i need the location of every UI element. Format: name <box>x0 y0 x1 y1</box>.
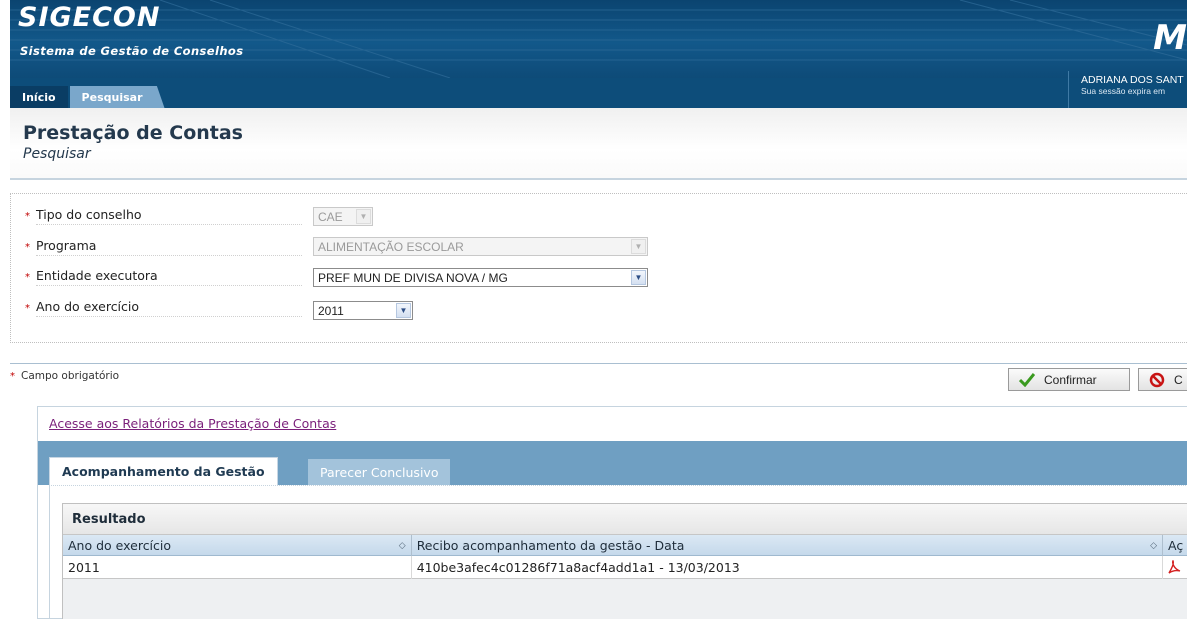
grid-caption: Resultado <box>63 504 1187 535</box>
cell-ano: 2011 <box>63 556 412 579</box>
programa-select: ALIMENTAÇÃO ESCOLAR ▼ <box>313 237 648 256</box>
field-label: Entidade executora <box>36 268 302 286</box>
field-label: Ano do exercício <box>36 299 302 317</box>
tab-content: Resultado Ano do exercício ◇ Recibo acom… <box>49 485 1187 619</box>
page-title: Prestação de Contas <box>23 122 243 144</box>
tab-parecer-conclusivo[interactable]: Parecer Conclusivo <box>308 459 451 485</box>
results-panel: Acesse aos Relatórios da Prestação de Co… <box>37 406 1187 619</box>
required-marker: * <box>25 241 30 253</box>
column-label: Aç <box>1168 538 1184 553</box>
app-subtitle: Sistema de Gestão de Conselhos <box>20 44 244 58</box>
form-row-entidade: * Entidade executora <box>25 267 302 287</box>
pdf-icon[interactable] <box>1163 556 1187 579</box>
app-title: SIGECON <box>18 2 161 33</box>
user-name: ADRIANA DOS SANT <box>1081 74 1184 86</box>
select-value: PREF MUN DE DIVISA NOVA / MG <box>318 270 508 285</box>
tab-acompanhamento-gestao[interactable]: Acompanhamento da Gestão <box>49 457 278 485</box>
dropdown-icon[interactable]: ▼ <box>631 270 646 285</box>
sort-icon: ◇ <box>1150 540 1158 551</box>
sort-icon: ◇ <box>398 540 406 551</box>
select-value: 2011 <box>318 303 344 318</box>
required-marker: * <box>25 271 30 283</box>
form-row-ano: * Ano do exercício <box>25 298 302 318</box>
page-subtitle: Pesquisar <box>23 146 91 162</box>
cell-recibo: 410be3afec4c01286f71a8acf4add1a1 - 13/03… <box>412 556 1164 579</box>
tipo-conselho-select: CAE ▼ <box>313 207 373 226</box>
header-decoration <box>10 0 1187 78</box>
column-header-ano[interactable]: Ano do exercício ◇ <box>63 535 412 556</box>
session-expiry: Sua sessão expira em <box>1081 86 1166 96</box>
column-label: Recibo acompanhamento da gestão - Data <box>416 538 685 553</box>
field-label: Tipo do conselho <box>36 207 302 225</box>
reports-link[interactable]: Acesse aos Relatórios da Prestação de Co… <box>49 416 336 431</box>
column-label: Ano do exercício <box>68 538 172 553</box>
required-marker: * <box>10 371 15 382</box>
check-icon <box>1018 371 1036 389</box>
main-nav: Início Pesquisar <box>10 82 167 108</box>
column-header-recibo[interactable]: Recibo acompanhamento da gestão - Data ◇ <box>412 535 1164 556</box>
required-marker: * <box>25 210 30 222</box>
search-form: * Tipo do conselho CAE ▼ * Programa ALIM… <box>10 193 1187 343</box>
nav-tab-inicio[interactable]: Início <box>10 86 68 108</box>
dropdown-icon: ▼ <box>631 239 646 254</box>
user-info: ADRIANA DOS SANT Sua sessão expira em <box>1068 71 1187 108</box>
cancel-label: C <box>1174 372 1183 387</box>
field-label: Programa <box>36 238 302 256</box>
ano-exercicio-select[interactable]: 2011 ▼ <box>313 301 413 320</box>
dropdown-icon[interactable]: ▼ <box>396 303 411 318</box>
results-tabbar: Acompanhamento da Gestão Parecer Conclus… <box>38 441 1187 485</box>
entidade-executora-select[interactable]: PREF MUN DE DIVISA NOVA / MG ▼ <box>313 268 648 287</box>
select-value: ALIMENTAÇÃO ESCOLAR <box>318 239 464 254</box>
form-row-programa: * Programa <box>25 237 302 257</box>
dropdown-icon: ▼ <box>356 209 371 224</box>
required-note-text: Campo obrigatório <box>21 370 120 382</box>
nav-tab-pesquisar[interactable]: Pesquisar <box>69 86 165 108</box>
grid-header: Ano do exercício ◇ Recibo acompanhamento… <box>63 535 1187 556</box>
confirm-label: Confirmar <box>1044 372 1097 387</box>
cancel-button[interactable]: C <box>1138 368 1187 391</box>
confirm-button[interactable]: Confirmar <box>1008 368 1130 391</box>
required-marker: * <box>25 302 30 314</box>
app-header: SIGECON Sistema de Gestão de Conselhos M… <box>10 0 1187 108</box>
brand-logo: M <box>1153 18 1187 58</box>
cancel-icon <box>1148 371 1166 389</box>
column-header-acoes: Aç <box>1163 535 1187 556</box>
page-header: Prestação de Contas Pesquisar <box>10 108 1187 180</box>
results-grid: Resultado Ano do exercício ◇ Recibo acom… <box>62 503 1187 619</box>
table-row: 2011 410be3afec4c01286f71a8acf4add1a1 - … <box>63 556 1187 579</box>
select-value: CAE <box>318 209 343 224</box>
form-row-tipo-conselho: * Tipo do conselho <box>25 206 302 226</box>
